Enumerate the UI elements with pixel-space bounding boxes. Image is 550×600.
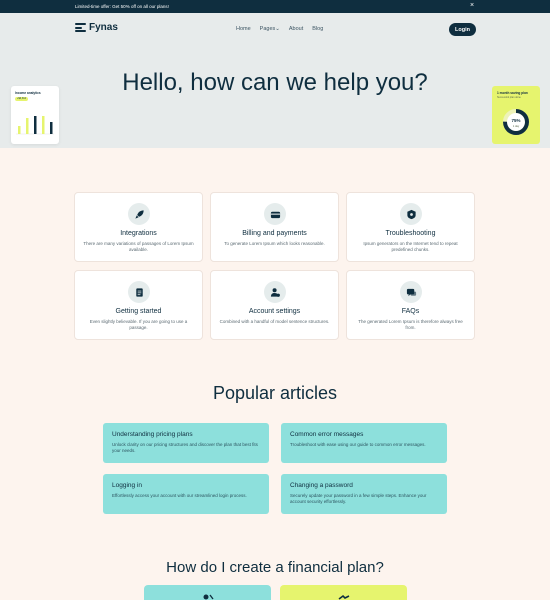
user-settings-icon [264,281,286,303]
category-title: Integrations [120,230,157,237]
income-analytics-widget: Income analytics +$4,312 [11,86,59,144]
category-title: Troubleshooting [385,230,436,237]
article-title: Logging in [112,482,142,489]
logo-icon [75,23,86,32]
logo[interactable]: Fynas [75,22,118,33]
article-desc: Troubleshoot with ease using our guide t… [290,442,426,447]
clipboard-icon [128,281,150,303]
category-title: FAQs [401,308,420,315]
plan-card-teal[interactable] [144,585,271,600]
chevron-down-icon: ⌄ [275,26,280,32]
rocket-icon [128,203,150,225]
article-card[interactable]: Logging in Effortlessly access your acco… [103,474,269,514]
category-desc: There are many variations of passages of… [83,241,194,252]
handshake-icon [338,594,350,600]
user-icon [203,594,214,600]
wallet-icon [264,203,286,225]
category-title: Account settings [248,308,301,315]
popular-articles-heading: Popular articles [212,383,338,403]
category-desc: The generated Lorem Ipsum is therefore a… [358,319,463,330]
article-title: Common error messages [290,431,364,438]
bar-chart-icon [16,116,54,135]
article-card[interactable]: Understanding pricing plans Unlock clari… [103,423,269,463]
progress-ring: 75% 1 day [503,109,529,135]
category-card-getting-started[interactable]: Getting started Even slightly believable… [74,270,203,340]
logo-text: Fynas [89,22,118,33]
widget-title: Income analytics [15,91,41,95]
hero-section: Fynas Home Pages⌄ About Blog Login Hello… [0,13,550,148]
financial-plan-heading: How do I create a financial plan? [166,559,384,576]
chat-icon [400,281,422,303]
category-desc: To generate Lorem Ipsum which looks reas… [224,241,325,246]
category-card-account-settings[interactable]: Account settings Combined with a handful… [210,270,339,340]
nav-link-home[interactable]: Home [236,26,251,32]
category-title: Billing and payments [242,230,307,237]
nav-link-pages[interactable]: Pages⌄ [260,26,280,32]
category-card-troubleshooting[interactable]: Troubleshooting Ipsum generators on the … [346,192,475,262]
category-desc: Even slightly believable. If you are goi… [89,319,188,330]
saving-plan-widget: 1 month saving plan Successful plan done… [492,86,540,144]
category-card-faqs[interactable]: FAQs The generated Lorem Ipsum is theref… [346,270,475,340]
category-card-integrations[interactable]: Integrations There are many variations o… [74,192,203,262]
category-title: Getting started [115,308,162,315]
widget-title: 1 month saving plan [497,91,528,95]
article-desc: Securely update your password in a few s… [290,493,427,504]
progress-label: 1 day [513,124,520,128]
nav-link-blog[interactable]: Blog [312,26,323,32]
category-desc: Combined with a handful of model sentenc… [219,319,330,324]
widget-subtitle: Successful plan done [497,96,521,99]
category-card-billing[interactable]: Billing and payments To generate Lorem I… [210,192,339,262]
login-button[interactable]: Login [449,23,476,36]
page-title: Hello, how can we help you? [122,69,428,96]
announcement-text: Limited-time offer: Get 50% off on all o… [75,4,169,9]
close-icon[interactable]: × [470,2,474,9]
article-title: Changing a password [290,482,353,489]
help-categories: Integrations There are many variations o… [74,192,476,340]
plan-card-lime[interactable] [280,585,407,600]
article-card[interactable]: Changing a password Securely update your… [281,474,447,514]
article-card[interactable]: Common error messages Troubleshoot with … [281,423,447,463]
main-nav: Home Pages⌄ About Blog [236,26,323,32]
article-desc: Effortlessly access your account with ou… [112,493,247,498]
category-desc: Ipsum generators on the Internet tend to… [363,241,458,252]
announcement-bar: Limited-time offer: Get 50% off on all o… [0,0,550,13]
nav-link-about[interactable]: About [289,26,303,32]
progress-percent: 75% [511,118,520,123]
shield-icon [400,203,422,225]
popular-articles-list: Understanding pricing plans Unlock clari… [103,423,447,514]
nav-link-pages-label: Pages [259,26,276,32]
widget-pill: +$4,312 [15,97,28,101]
article-desc: Unlock clarity on our pricing structures… [112,442,258,453]
article-title: Understanding pricing plans [112,431,193,438]
